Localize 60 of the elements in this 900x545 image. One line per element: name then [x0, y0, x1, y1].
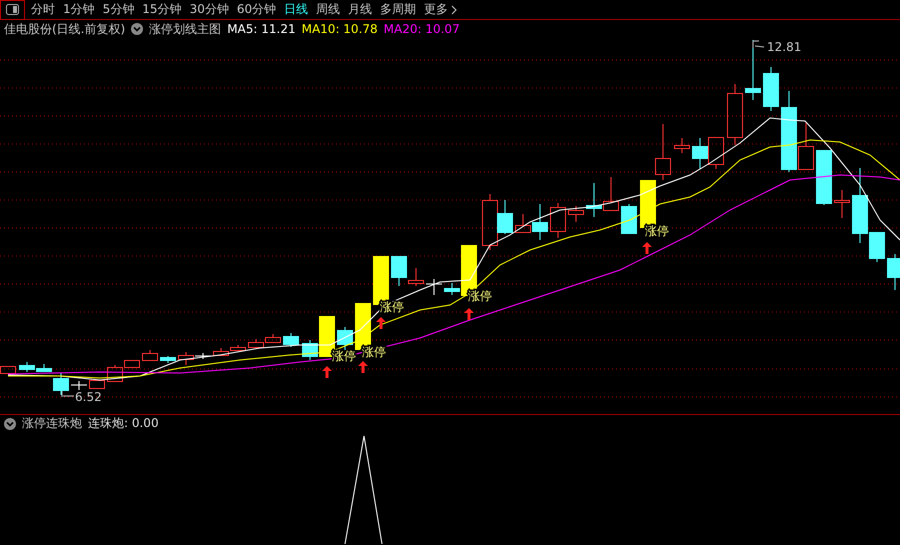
- candlestick: [550, 202, 566, 238]
- leader-line: [752, 40, 764, 48]
- period-tab[interactable]: 月线: [344, 0, 376, 19]
- candlestick: [586, 182, 602, 218]
- candlestick: [708, 137, 724, 170]
- low-price-label: 6.52: [75, 390, 102, 404]
- candlestick: [568, 206, 584, 222]
- arrow-up-icon: [358, 361, 368, 373]
- period-tab[interactable]: 更多: [420, 0, 462, 19]
- candlestick: [426, 278, 442, 296]
- period-tab[interactable]: 周线: [312, 0, 344, 19]
- period-tab[interactable]: 1分钟: [59, 0, 99, 19]
- arrow-up-icon: [642, 242, 652, 254]
- period-tab[interactable]: 60分钟: [232, 0, 280, 19]
- high-price-label: 12.81: [767, 40, 802, 54]
- moving-average-value: MA10: 10.78: [302, 22, 378, 36]
- panel-icon: [6, 4, 19, 15]
- candlestick: [834, 190, 850, 218]
- candlestick: [621, 204, 637, 234]
- arrow-up-icon: [322, 366, 332, 378]
- template-name: 涨停划线主图: [149, 20, 222, 38]
- chevron-down-icon[interactable]: [4, 418, 16, 430]
- period-tab[interactable]: 5分钟: [98, 0, 138, 19]
- indicator-value: 连珠炮: 0.00: [88, 415, 159, 432]
- arrow-up-icon: [376, 317, 386, 329]
- candlestick: [727, 84, 743, 146]
- period-tab[interactable]: 15分钟: [138, 0, 186, 19]
- candlestick: [692, 138, 708, 170]
- moving-average-value: MA5: 11.21: [227, 22, 296, 36]
- candlestick: [213, 348, 229, 356]
- candlestick: [337, 326, 353, 350]
- period-tab[interactable]: 30分钟: [186, 0, 233, 19]
- candlestick: [745, 40, 761, 100]
- moving-average-value: MA20: 10.07: [384, 22, 460, 36]
- chevron-right-icon: [451, 4, 458, 14]
- candlestick: [763, 66, 779, 112]
- period-tab[interactable]: 分时: [27, 0, 59, 19]
- candlestick: [89, 380, 105, 389]
- indicator-name: 涨停连珠炮: [22, 415, 82, 432]
- candlestick: [248, 338, 264, 348]
- candlestick: [0, 366, 16, 374]
- limit-up-label: 涨停: [645, 224, 669, 238]
- candlestick: [603, 176, 619, 211]
- candlestick: [265, 334, 281, 343]
- period-tab[interactable]: 日线: [280, 0, 312, 19]
- candlestick: [674, 138, 690, 154]
- candlestick: [816, 150, 832, 206]
- candlestick: [19, 362, 35, 372]
- panel-toggle-button[interactable]: [0, 0, 25, 20]
- candlestick: [70, 380, 88, 390]
- arrow-up-icon: [464, 308, 474, 320]
- candlestick: [283, 332, 299, 348]
- chevron-down-icon[interactable]: [131, 23, 144, 35]
- candlestick: [887, 254, 900, 290]
- candlestick: [655, 124, 671, 180]
- candlestick: [160, 356, 176, 364]
- period-tab[interactable]: 多周期: [376, 0, 420, 19]
- leader-line: [62, 390, 74, 398]
- candlestick: [142, 350, 158, 361]
- security-name: 佳电股份(日线.前复权): [4, 20, 126, 38]
